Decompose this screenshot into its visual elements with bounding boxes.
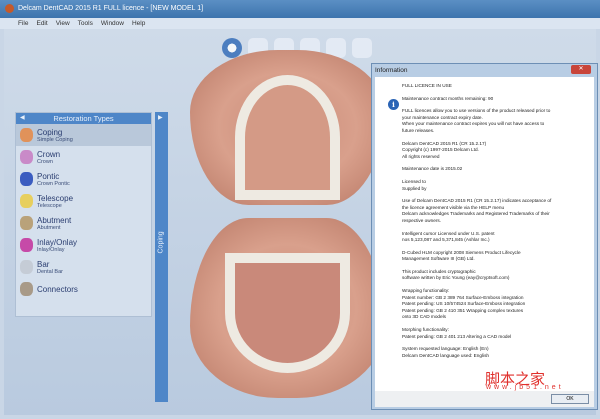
side-tab-label: Coping bbox=[157, 231, 165, 254]
item-sublabel: Abutment bbox=[37, 224, 61, 231]
coping-side-tab[interactable]: ▶ Coping bbox=[155, 112, 168, 402]
ok-button[interactable]: OK bbox=[551, 394, 589, 404]
title-bar: Delcam DentCAD 2015 R1 FULL licence - [N… bbox=[0, 0, 600, 18]
dialog-footer: OK bbox=[375, 391, 594, 407]
item-label: Coping bbox=[37, 127, 63, 137]
menu-view[interactable]: View bbox=[56, 20, 70, 27]
menu-file[interactable]: File bbox=[18, 20, 28, 27]
info-paragraph: Wrapping functionality: Patent number: G… bbox=[402, 288, 526, 320]
restoration-item-bar[interactable]: Bar Dental Bar bbox=[16, 256, 151, 278]
info-paragraph: Delcam DentCAD 2015 R1 (CR 15.2.17) Copy… bbox=[402, 140, 487, 159]
expand-arrow-icon[interactable]: ▶ bbox=[158, 114, 163, 121]
info-paragraph: D-Cubed HLM copyright 2008 Siemens Produ… bbox=[402, 249, 521, 262]
menu-tools[interactable]: Tools bbox=[78, 20, 93, 27]
window-title: Delcam DentCAD 2015 R1 FULL licence - [N… bbox=[18, 5, 204, 12]
item-sublabel: Simple Coping bbox=[37, 136, 73, 143]
restoration-item-inlay-onlay[interactable]: Inlay/Onlay Inlay/Onlay bbox=[16, 234, 151, 256]
restoration-types-panel: ◀ Restoration Types Coping Simple Coping Cr… bbox=[15, 112, 152, 317]
app-icon bbox=[5, 4, 14, 13]
restoration-item-connectors[interactable]: Connectors bbox=[16, 278, 151, 300]
info-paragraph: System requested language: English (En) … bbox=[402, 346, 490, 358]
dialog-title: Information bbox=[375, 67, 408, 74]
watermark-url: www.jb51.net bbox=[486, 384, 564, 391]
item-label: Bar bbox=[37, 259, 50, 269]
item-label: Crown bbox=[37, 149, 61, 159]
item-label: Telescope bbox=[37, 193, 74, 203]
upper-jaw-model[interactable] bbox=[190, 50, 385, 205]
save-icon[interactable] bbox=[222, 38, 242, 58]
panel-header[interactable]: ◀ Restoration Types bbox=[16, 113, 151, 124]
information-dialog: Information ✕ i FULL LICENCE IN USE Maint… bbox=[371, 63, 598, 410]
bar-icon bbox=[20, 260, 33, 274]
menu-bar: File Edit View Tools Window Help bbox=[0, 18, 600, 29]
info-paragraph: Use of Delcam DentCAD 2015 R1 (CR 15.2.1… bbox=[402, 198, 552, 223]
info-paragraph: This product includes cryptographic soft… bbox=[402, 268, 510, 281]
info-paragraph: Licensed to Supplied by bbox=[402, 178, 427, 191]
info-paragraph: Intelligent cursor Licensed under U.S. p… bbox=[402, 230, 495, 243]
abutment-icon bbox=[20, 216, 33, 230]
lower-jaw-model[interactable] bbox=[190, 218, 385, 398]
settings-icon[interactable] bbox=[352, 38, 372, 58]
info-paragraph: FULL licences allow you to use versions … bbox=[402, 108, 551, 133]
dialog-body: i FULL LICENCE IN USE Maintenance contrac… bbox=[375, 77, 594, 391]
item-label: Abutment bbox=[37, 215, 72, 225]
item-label: Pontic bbox=[37, 171, 60, 181]
close-button[interactable]: ✕ bbox=[571, 65, 591, 74]
crown-icon bbox=[20, 150, 33, 164]
connectors-icon bbox=[20, 282, 33, 296]
item-sublabel: Inlay/Onlay bbox=[37, 246, 65, 253]
pontic-icon bbox=[20, 172, 33, 186]
info-paragraph: Morphing functionality: Patent pending: … bbox=[402, 327, 512, 339]
coping-icon bbox=[20, 128, 33, 142]
info-paragraph: Maintenance date is 2015.02 bbox=[402, 166, 463, 172]
menu-edit[interactable]: Edit bbox=[36, 20, 47, 27]
inlay-onlay-icon bbox=[20, 238, 33, 252]
info-icon: i bbox=[388, 99, 399, 110]
menu-window[interactable]: Window bbox=[101, 20, 124, 27]
telescope-icon bbox=[20, 194, 33, 208]
item-sublabel: Crown bbox=[37, 158, 53, 165]
panel-title: Restoration Types bbox=[53, 114, 114, 123]
restoration-item-abutment[interactable]: Abutment Abutment bbox=[16, 212, 151, 234]
item-sublabel: Dental Bar bbox=[37, 268, 63, 275]
item-sublabel: Crown Pontic bbox=[37, 180, 70, 187]
restoration-item-pontic[interactable]: Pontic Crown Pontic bbox=[16, 168, 151, 190]
item-sublabel: Telescope bbox=[37, 202, 62, 209]
info-paragraph: Maintenance contract months remaining: 9… bbox=[402, 95, 494, 101]
info-paragraph: FULL LICENCE IN USE bbox=[402, 83, 452, 88]
restoration-item-telescope[interactable]: Telescope Telescope bbox=[16, 190, 151, 212]
restoration-item-crown[interactable]: Crown Crown bbox=[16, 146, 151, 168]
restoration-item-coping[interactable]: Coping Simple Coping bbox=[16, 124, 151, 146]
menu-help[interactable]: Help bbox=[132, 20, 145, 27]
collapse-arrow-icon[interactable]: ◀ bbox=[20, 113, 25, 124]
item-label: Connectors bbox=[37, 284, 78, 294]
item-label: Inlay/Onlay bbox=[37, 237, 78, 247]
